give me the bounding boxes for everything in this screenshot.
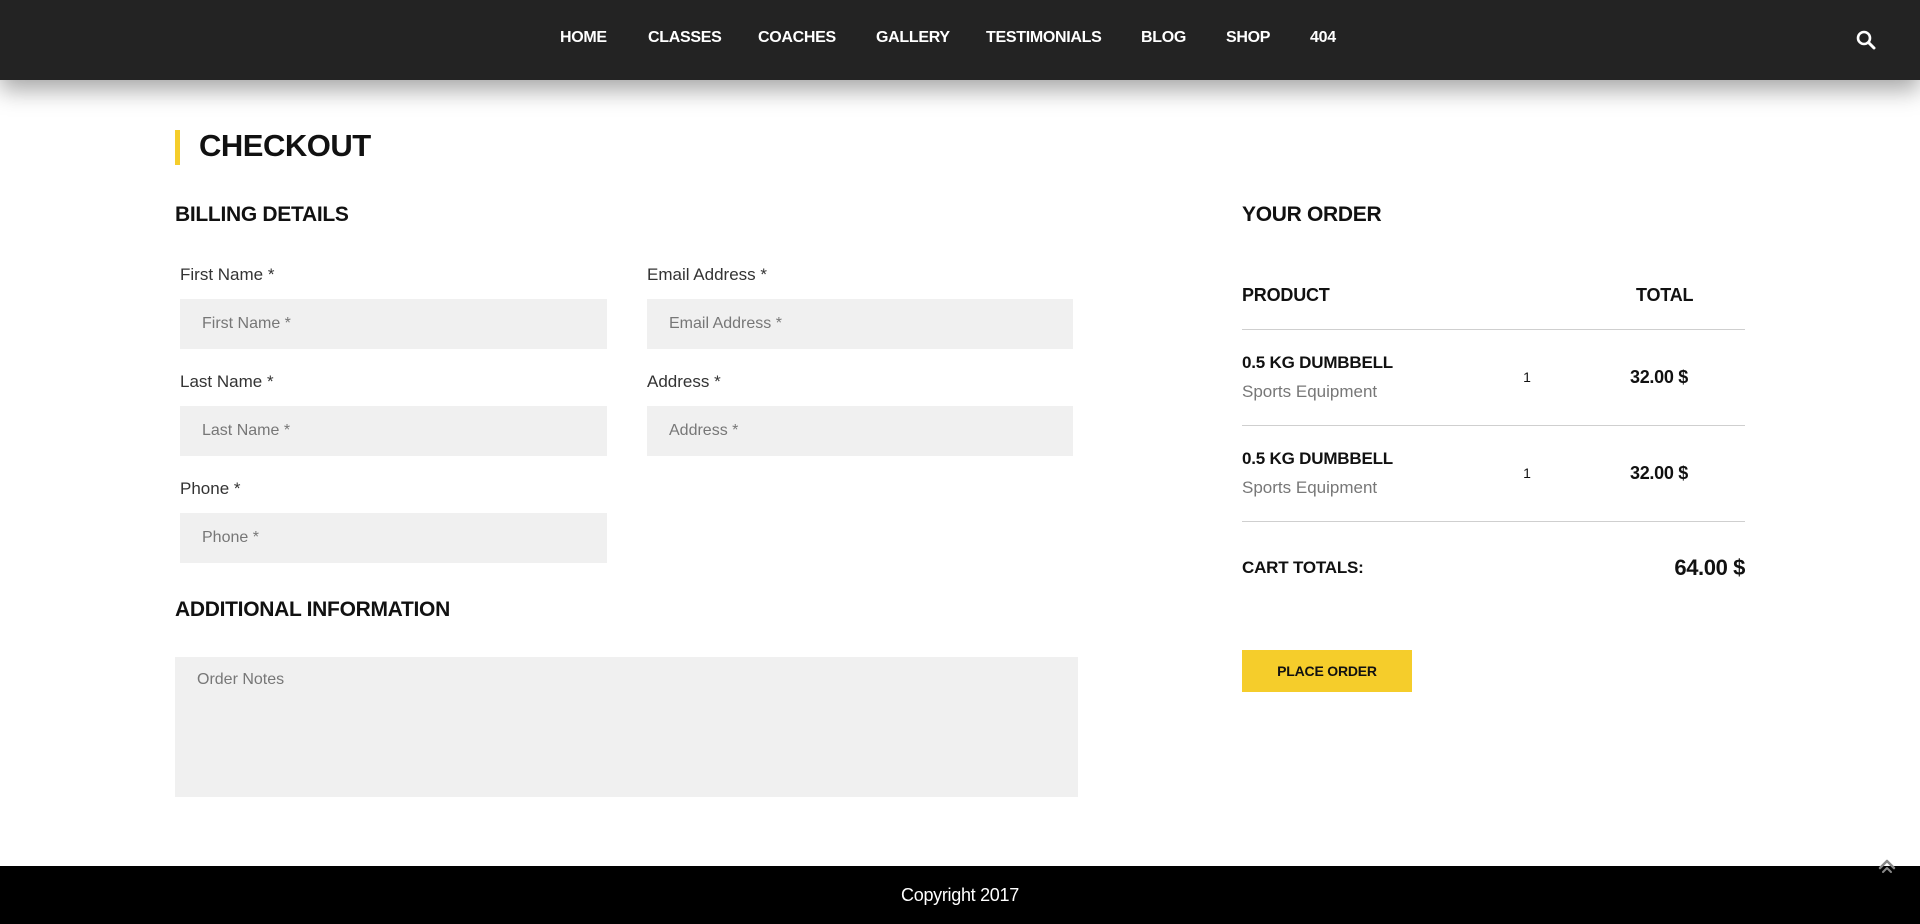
product-category: Sports Equipment: [1242, 382, 1378, 401]
nav-menu: HOME CLASSES COACHES GALLERY TESTIMONIAL…: [0, 0, 1920, 80]
last-name-label-text: Last Name: [180, 372, 263, 391]
additional-information-heading: ADDITIONAL INFORMATION: [175, 598, 450, 621]
address-label: Address *: [647, 372, 721, 392]
divider: [1242, 425, 1745, 426]
page-title: CHECKOUT: [199, 128, 371, 163]
product-total: 32.00 $: [1630, 463, 1688, 483]
last-name-label: Last Name *: [180, 372, 274, 392]
required-marker: *: [267, 265, 275, 284]
top-navbar: HOME CLASSES COACHES GALLERY TESTIMONIAL…: [0, 0, 1920, 80]
order-notes-field[interactable]: [175, 657, 1078, 797]
email-field[interactable]: [647, 299, 1073, 349]
required-marker: *: [760, 265, 768, 284]
nav-item-classes[interactable]: CLASSES: [648, 29, 722, 47]
nav-item-shop[interactable]: SHOP: [1226, 29, 1270, 47]
required-marker: *: [714, 372, 721, 391]
product-quantity: 1: [1523, 465, 1531, 481]
nav-item-home[interactable]: HOME: [560, 29, 607, 47]
product-name: 0.5 KG DUMBBELL: [1242, 353, 1393, 372]
phone-label-text: Phone: [180, 479, 230, 498]
nav-item-testimonials[interactable]: TESTIMONIALS: [986, 29, 1102, 47]
nav-item-404[interactable]: 404: [1310, 29, 1336, 47]
product-quantity: 1: [1523, 369, 1531, 385]
required-marker: *: [266, 372, 274, 391]
your-order-heading: YOUR ORDER: [1242, 203, 1382, 226]
email-label-text: Email Address: [647, 265, 756, 284]
title-accent-bar: [175, 130, 180, 165]
first-name-label: First Name *: [180, 265, 274, 285]
nav-item-gallery[interactable]: GALLERY: [876, 29, 950, 47]
place-order-button[interactable]: PLACE ORDER: [1242, 650, 1412, 692]
product-name: 0.5 KG DUMBBELL: [1242, 449, 1393, 468]
phone-field[interactable]: [180, 513, 607, 563]
chevron-up-icon[interactable]: [1876, 855, 1898, 877]
product-category: Sports Equipment: [1242, 478, 1378, 497]
cart-totals-value: 64.00 $: [1674, 555, 1745, 580]
copyright-text: Copyright 2017: [901, 885, 1019, 905]
cart-totals-label: CART TOTALS:: [1242, 558, 1364, 577]
divider: [1242, 329, 1745, 330]
required-marker: *: [233, 479, 241, 498]
address-label-text: Address: [647, 372, 710, 391]
last-name-field[interactable]: [180, 406, 607, 456]
phone-label: Phone *: [180, 479, 241, 499]
first-name-label-text: First Name: [180, 265, 264, 284]
product-total: 32.00 $: [1630, 367, 1688, 387]
address-field[interactable]: [647, 406, 1073, 456]
search-icon[interactable]: [1856, 30, 1876, 50]
email-label: Email Address *: [647, 265, 767, 285]
nav-item-blog[interactable]: BLOG: [1141, 29, 1186, 47]
divider: [1242, 521, 1745, 522]
product-column-header: PRODUCT: [1242, 285, 1330, 305]
nav-item-coaches[interactable]: COACHES: [758, 29, 836, 47]
footer: Copyright 2017: [0, 866, 1920, 924]
total-column-header: TOTAL: [1636, 285, 1694, 305]
billing-details-heading: BILLING DETAILS: [175, 203, 349, 226]
first-name-field[interactable]: [180, 299, 607, 349]
